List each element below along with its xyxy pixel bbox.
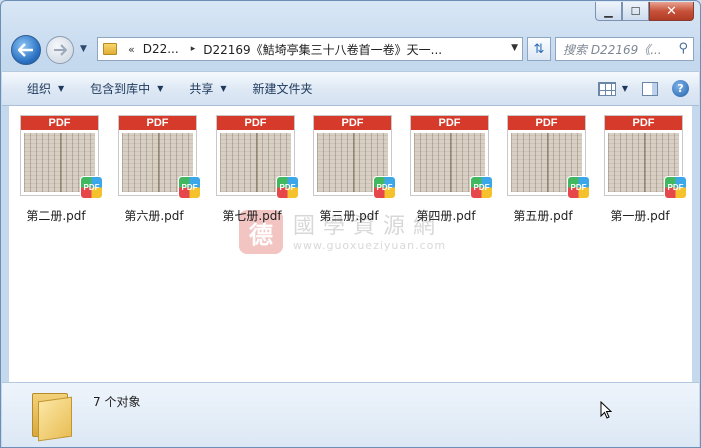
file-name[interactable]: 第四册.pdf bbox=[399, 207, 493, 224]
forward-button[interactable] bbox=[46, 36, 74, 64]
file-item[interactable]: PDF PDF 第五册.pdf bbox=[496, 115, 590, 223]
caption-buttons: ▁ ☐ ✕ bbox=[595, 2, 694, 21]
file-name[interactable]: 第二册.pdf bbox=[9, 207, 103, 224]
pdf-app-icon: PDF bbox=[178, 176, 201, 199]
pdf-app-icon: PDF bbox=[470, 176, 493, 199]
view-options-dropdown[interactable]: ▼ bbox=[622, 84, 628, 93]
pdf-header: PDF bbox=[119, 116, 196, 130]
chevron-down-icon[interactable]: ▼ bbox=[511, 43, 518, 53]
navigation-row: ▼ « D22... ▸ D22169《鮚埼亭集三十八卷首一卷》天一... ▼ … bbox=[9, 33, 694, 65]
search-input[interactable]: 搜索 D22169《... ⚲ bbox=[555, 37, 694, 61]
organize-menu[interactable]: 组织 ▼ bbox=[2, 72, 77, 105]
breadcrumb-separator[interactable]: ▸ bbox=[191, 44, 196, 54]
view-controls: ▼ ? bbox=[597, 80, 689, 97]
refresh-button[interactable]: ⇅ bbox=[527, 37, 551, 61]
chevron-down-icon: ▼ bbox=[58, 84, 65, 93]
back-button[interactable] bbox=[11, 35, 41, 65]
pdf-header: PDF bbox=[411, 116, 488, 130]
minimize-button[interactable]: ▁ bbox=[595, 2, 622, 21]
mouse-cursor-icon bbox=[600, 401, 612, 419]
file-item[interactable]: PDF PDF 第六册.pdf bbox=[107, 115, 201, 223]
pdf-app-icon: PDF bbox=[276, 176, 299, 199]
file-item[interactable]: PDF PDF 第四册.pdf bbox=[399, 115, 493, 223]
refresh-icon: ⇅ bbox=[533, 41, 545, 57]
item-count: 7 个对象 bbox=[93, 395, 141, 409]
folder-icon bbox=[32, 389, 72, 442]
new-folder-button[interactable]: 新建文件夹 bbox=[240, 72, 326, 105]
file-list[interactable]: 德 國學資源網 www.guoxueziyuan.com PDF PDF 第二册… bbox=[8, 106, 692, 382]
pdf-header: PDF bbox=[314, 116, 391, 130]
pdf-header: PDF bbox=[508, 116, 585, 130]
include-in-library-label: 包含到库中 bbox=[90, 82, 151, 96]
help-icon[interactable]: ? bbox=[672, 80, 689, 97]
share-menu[interactable]: 共享 ▼ bbox=[176, 72, 239, 105]
pdf-header: PDF bbox=[605, 116, 682, 130]
pdf-app-icon: PDF bbox=[80, 176, 103, 199]
file-name[interactable]: 第五册.pdf bbox=[496, 207, 590, 224]
pdf-header: PDF bbox=[21, 116, 98, 130]
pdf-app-icon: PDF bbox=[373, 176, 396, 199]
include-in-library-menu[interactable]: 包含到库中 ▼ bbox=[77, 72, 176, 105]
preview-pane-icon[interactable] bbox=[642, 81, 658, 96]
breadcrumb-segment[interactable]: D22... bbox=[143, 42, 179, 56]
pdf-header: PDF bbox=[217, 116, 294, 130]
chevron-down-icon: ▼ bbox=[220, 84, 227, 93]
maximize-button[interactable]: ☐ bbox=[622, 2, 649, 21]
chevron-down-icon: ▼ bbox=[157, 84, 164, 93]
change-view-icon[interactable] bbox=[597, 81, 616, 96]
search-icon[interactable]: ⚲ bbox=[678, 41, 688, 56]
arrow-right-icon bbox=[54, 44, 67, 56]
file-item[interactable]: PDF PDF 第三册.pdf bbox=[302, 115, 396, 223]
file-item[interactable]: PDF PDF 第二册.pdf bbox=[9, 115, 103, 223]
file-name[interactable]: 第一册.pdf bbox=[593, 207, 687, 224]
explorer-window: ▁ ☐ ✕ ▼ « D22... ▸ D22169《鮚埼亭集三十八卷首一卷》天一… bbox=[0, 0, 701, 448]
address-overflow-button[interactable]: « bbox=[128, 43, 135, 56]
folder-icon bbox=[103, 43, 117, 55]
address-bar[interactable]: « D22... ▸ D22169《鮚埼亭集三十八卷首一卷》天一... ▼ bbox=[97, 37, 523, 61]
organize-label: 组织 bbox=[27, 82, 52, 96]
file-item[interactable]: PDF PDF 第七册.pdf bbox=[205, 115, 299, 223]
pdf-app-icon: PDF bbox=[664, 176, 687, 199]
command-bar: 组织 ▼ 包含到库中 ▼ 共享 ▼ 新建文件夹 ▼ ? bbox=[2, 71, 699, 106]
new-folder-label: 新建文件夹 bbox=[252, 82, 313, 96]
file-item[interactable]: PDF PDF 第一册.pdf bbox=[593, 115, 687, 223]
close-button[interactable]: ✕ bbox=[649, 2, 694, 21]
arrow-left-icon bbox=[18, 43, 33, 57]
search-placeholder: 搜索 D22169《... bbox=[563, 42, 662, 57]
recent-pages-dropdown[interactable]: ▼ bbox=[80, 44, 87, 54]
breadcrumb-segment-current[interactable]: D22169《鮚埼亭集三十八卷首一卷》天一... bbox=[203, 41, 442, 58]
share-label: 共享 bbox=[189, 82, 214, 96]
file-name[interactable]: 第三册.pdf bbox=[302, 207, 396, 224]
file-name[interactable]: 第七册.pdf bbox=[205, 207, 299, 224]
pdf-app-icon: PDF bbox=[567, 176, 590, 199]
watermark-url: www.guoxueziyuan.com bbox=[293, 239, 447, 252]
details-pane: 7 个对象 bbox=[2, 382, 699, 447]
file-name[interactable]: 第六册.pdf bbox=[107, 207, 201, 224]
